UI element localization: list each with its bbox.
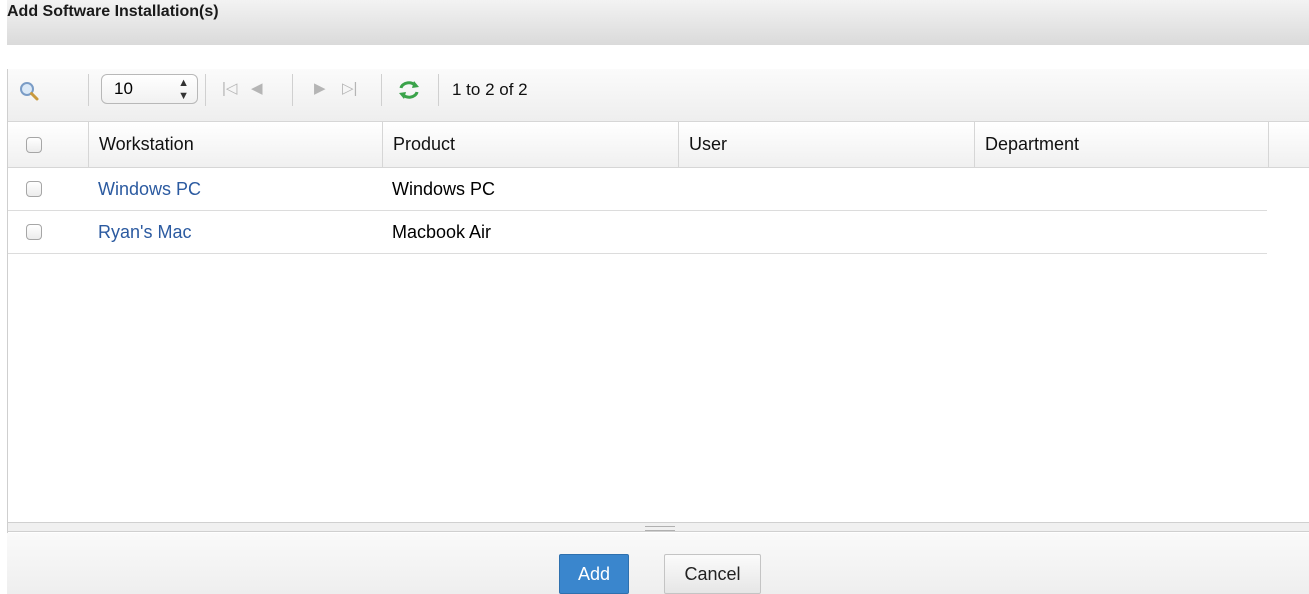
table-header: Workstation Product User Department bbox=[8, 122, 1309, 168]
workstation-link[interactable]: Windows PC bbox=[98, 168, 201, 210]
row-checkbox[interactable] bbox=[26, 181, 42, 197]
first-page-icon[interactable]: |◁ bbox=[222, 79, 237, 97]
next-page-icon[interactable]: ▶ bbox=[314, 79, 326, 97]
table-row[interactable]: Ryan's Mac Macbook Air bbox=[8, 211, 1267, 254]
column-header-workstation[interactable]: Workstation bbox=[88, 122, 382, 167]
search-icon[interactable] bbox=[18, 80, 40, 107]
dialog-header: Add Software Installation(s) bbox=[7, 0, 1309, 45]
select-arrows-icon: ▲ ▼ bbox=[178, 77, 189, 102]
column-header-user[interactable]: User bbox=[678, 122, 974, 167]
dialog-title: Add Software Installation(s) bbox=[7, 3, 219, 20]
grid-resize-handle[interactable] bbox=[8, 522, 1309, 532]
column-header-department[interactable]: Department bbox=[974, 122, 1268, 167]
cancel-button[interactable]: Cancel bbox=[664, 554, 761, 594]
product-cell: Macbook Air bbox=[392, 222, 492, 242]
column-header-spacer bbox=[1268, 122, 1309, 167]
dialog-footer: Add Cancel bbox=[7, 533, 1309, 594]
page-range-text: 1 to 2 of 2 bbox=[452, 80, 528, 99]
row-checkbox[interactable] bbox=[26, 224, 42, 240]
page-size-select[interactable]: 10 ▲ ▼ bbox=[101, 74, 198, 104]
select-all-checkbox[interactable] bbox=[26, 137, 42, 153]
installations-grid: 10 ▲ ▼ |◁ ◀ ▶ ▷| 1 to 2 of 2 Workstation … bbox=[7, 69, 1309, 533]
table-row[interactable]: Windows PC Windows PC bbox=[8, 168, 1267, 211]
grid-toolbar: 10 ▲ ▼ |◁ ◀ ▶ ▷| 1 to 2 of 2 bbox=[8, 69, 1309, 122]
column-header-product[interactable]: Product bbox=[382, 122, 678, 167]
refresh-icon[interactable] bbox=[397, 79, 421, 106]
resize-grip-icon bbox=[645, 526, 675, 531]
prev-page-icon[interactable]: ◀ bbox=[251, 79, 263, 97]
workstation-link[interactable]: Ryan's Mac bbox=[98, 211, 191, 253]
page-size-value: 10 bbox=[114, 79, 133, 98]
add-button[interactable]: Add bbox=[559, 554, 629, 594]
product-cell: Windows PC bbox=[392, 179, 496, 199]
last-page-icon[interactable]: ▷| bbox=[342, 79, 357, 97]
